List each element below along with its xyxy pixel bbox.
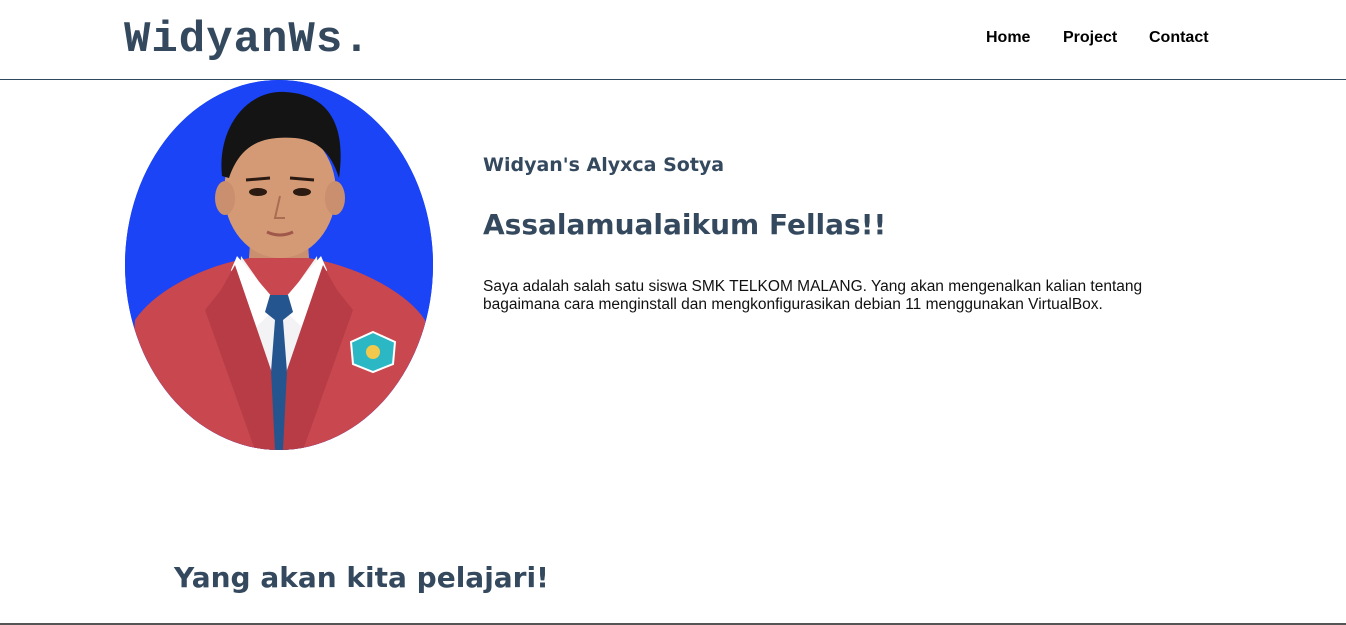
- nav-menu: Home Project Contact: [0, 28, 1346, 50]
- nav-link-home[interactable]: Home: [986, 28, 1030, 48]
- greeting-heading: Assalamualaikum Fellas!!: [483, 208, 887, 241]
- author-name: Widyan's Alyxca Sotya: [483, 154, 725, 176]
- nav-link-contact[interactable]: Contact: [1149, 28, 1209, 48]
- profile-photo: [125, 80, 433, 450]
- intro-line-2: bagaimana cara menginstall dan mengkonfi…: [483, 296, 1103, 313]
- section-title: Yang akan kita pelajari!: [174, 561, 549, 594]
- navbar: WidyanWs. Home Project Contact: [0, 0, 1346, 80]
- nav-link-project[interactable]: Project: [1063, 28, 1117, 48]
- intro-line-1: Saya adalah salah satu siswa SMK TELKOM …: [483, 278, 1143, 295]
- profile-photo-illustration: [125, 80, 433, 450]
- intro-paragraph: Saya adalah salah satu siswa SMK TELKOM …: [483, 278, 1183, 314]
